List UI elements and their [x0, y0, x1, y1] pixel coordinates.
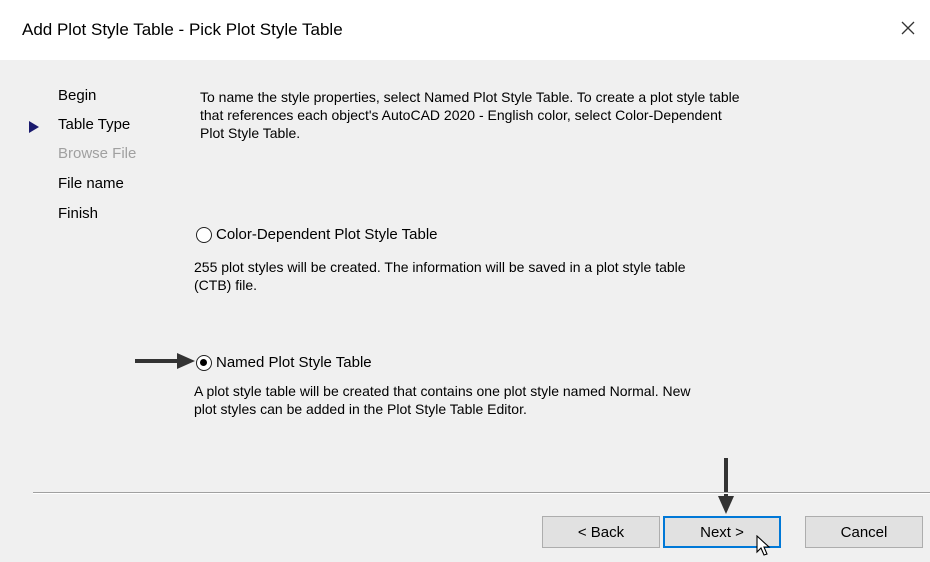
annotation-arrow-right-icon: [135, 352, 197, 375]
step-browse-file: Browse File: [58, 145, 137, 162]
named-plot-style-label: Named Plot Style Table: [216, 354, 372, 371]
close-icon: [900, 20, 916, 41]
footer-separator: [33, 492, 930, 494]
window-title: Add Plot Style Table - Pick Plot Style T…: [22, 20, 343, 39]
annotation-arrow-down-icon: [717, 458, 735, 521]
step-file-name: File name: [58, 175, 124, 192]
color-dependent-description: 255 plot styles will be created. The inf…: [194, 259, 686, 293]
close-button[interactable]: [886, 8, 930, 52]
named-plot-style-description: A plot style table will be created that …: [194, 383, 691, 417]
step-begin: Begin: [58, 87, 97, 104]
wizard-steps: Begin Table Type Browse File File name F…: [0, 60, 180, 260]
cancel-button[interactable]: Cancel: [805, 516, 923, 548]
step-table-type: Table Type: [58, 116, 131, 133]
mouse-cursor-icon: [756, 534, 772, 562]
named-plot-style-radio[interactable]: [196, 354, 212, 371]
current-step-marker-icon: [28, 120, 40, 133]
instructions-text: To name the style properties, select Nam…: [200, 89, 740, 141]
back-button[interactable]: < Back: [542, 516, 660, 548]
color-dependent-radio[interactable]: [196, 226, 212, 243]
named-plot-style-option[interactable]: Named Plot Style Table: [196, 354, 372, 371]
title-bar: Add Plot Style Table - Pick Plot Style T…: [0, 0, 930, 60]
step-finish: Finish: [58, 205, 99, 222]
color-dependent-option[interactable]: Color-Dependent Plot Style Table: [196, 226, 438, 243]
dialog-body: Begin Table Type Browse File File name F…: [0, 60, 930, 560]
color-dependent-label: Color-Dependent Plot Style Table: [216, 226, 438, 243]
